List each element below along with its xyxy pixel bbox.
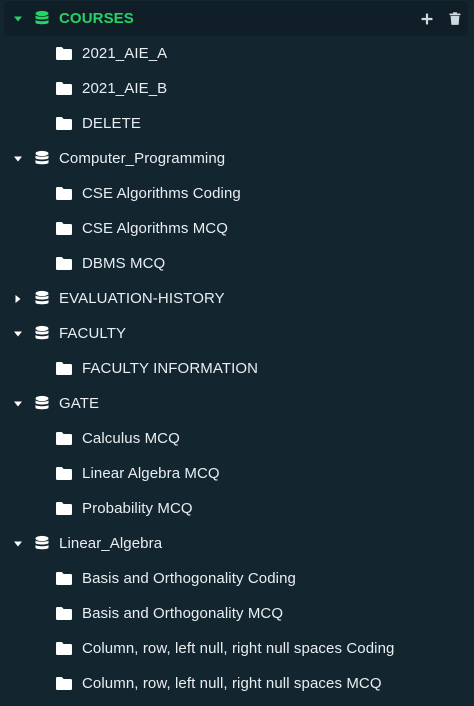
- folder-icon: [55, 501, 73, 516]
- tree-collection-2021-aie-a[interactable]: 2021_AIE_A: [0, 36, 474, 71]
- collection-label: Column, row, left null, right null space…: [82, 640, 395, 657]
- tree-database-linear-algebra[interactable]: Linear_Algebra: [0, 526, 474, 561]
- folder-icon: [55, 571, 73, 586]
- database-label: EVALUATION-HISTORY: [59, 290, 225, 307]
- tree-database-faculty[interactable]: FACULTY: [0, 316, 474, 351]
- collection-label: Column, row, left null, right null space…: [82, 675, 382, 692]
- tree-collection-2021-aie-b[interactable]: 2021_AIE_B: [0, 71, 474, 106]
- database-icon: [34, 290, 50, 307]
- folder-icon: [55, 361, 73, 376]
- collection-label: 2021_AIE_B: [82, 80, 168, 97]
- collection-tree: COURSES 2021_AIE_A 2021_AIE_B DELETE Compute…: [0, 0, 474, 706]
- collection-label: Basis and Orthogonality Coding: [82, 570, 296, 587]
- tree-collection-probability-mcq[interactable]: Probability MCQ: [0, 491, 474, 526]
- tree-collection-calculus-mcq[interactable]: Calculus MCQ: [0, 421, 474, 456]
- tree-database-gate[interactable]: GATE: [0, 386, 474, 421]
- tree-collection-column-row-left-null-right-null-spaces-mcq[interactable]: Column, row, left null, right null space…: [0, 666, 474, 701]
- collection-label: DELETE: [82, 115, 141, 132]
- folder-icon: [55, 46, 73, 61]
- folder-icon: [55, 466, 73, 481]
- chevron-down-icon[interactable]: [12, 328, 24, 340]
- collection-label: Basis and Orthogonality MCQ: [82, 605, 284, 622]
- folder-icon: [55, 641, 73, 656]
- folder-icon: [55, 221, 73, 236]
- database-icon: [34, 535, 50, 552]
- trash-icon[interactable]: [448, 12, 462, 26]
- database-icon: [34, 395, 50, 412]
- tree-collection-delete[interactable]: DELETE: [0, 106, 474, 141]
- database-label: FACULTY: [59, 325, 127, 342]
- folder-icon: [55, 256, 73, 271]
- collection-label: CSE Algorithms Coding: [82, 185, 241, 202]
- database-label: Computer_Programming: [59, 150, 226, 167]
- chevron-down-icon[interactable]: [12, 13, 24, 25]
- database-label: GATE: [59, 395, 100, 412]
- tree-collection-dbms-mcq[interactable]: DBMS MCQ: [0, 246, 474, 281]
- collection-label: CSE Algorithms MCQ: [82, 220, 228, 237]
- collection-label: FACULTY INFORMATION: [82, 360, 259, 377]
- database-actions: [420, 12, 462, 26]
- collection-label: Linear Algebra MCQ: [82, 465, 220, 482]
- folder-icon: [55, 186, 73, 201]
- tree-collection-faculty-information[interactable]: FACULTY INFORMATION: [0, 351, 474, 386]
- collection-label: Probability MCQ: [82, 500, 193, 517]
- folder-icon: [55, 81, 73, 96]
- database-label: COURSES: [59, 10, 134, 27]
- collection-label: Calculus MCQ: [82, 430, 180, 447]
- database-icon: [34, 325, 50, 342]
- tree-collection-cse-algorithms-mcq[interactable]: CSE Algorithms MCQ: [0, 211, 474, 246]
- tree-database-courses[interactable]: COURSES: [4, 1, 468, 36]
- folder-icon: [55, 676, 73, 691]
- chevron-down-icon[interactable]: [12, 153, 24, 165]
- folder-icon: [55, 606, 73, 621]
- database-label: Linear_Algebra: [59, 535, 163, 552]
- tree-collection-basis-and-orthogonality-mcq[interactable]: Basis and Orthogonality MCQ: [0, 596, 474, 631]
- tree-collection-column-row-left-null-right-null-spaces-coding[interactable]: Column, row, left null, right null space…: [0, 631, 474, 666]
- add-icon[interactable]: [420, 12, 434, 26]
- folder-icon: [55, 431, 73, 446]
- tree-collection-cse-algorithms-coding[interactable]: CSE Algorithms Coding: [0, 176, 474, 211]
- tree-collection-basis-and-orthogonality-coding[interactable]: Basis and Orthogonality Coding: [0, 561, 474, 596]
- collection-label: DBMS MCQ: [82, 255, 166, 272]
- chevron-right-icon[interactable]: [12, 293, 24, 305]
- database-icon: [34, 10, 50, 27]
- chevron-down-icon[interactable]: [12, 398, 24, 410]
- collection-label: 2021_AIE_A: [82, 45, 168, 62]
- tree-collection-linear-algebra-mcq[interactable]: Linear Algebra MCQ: [0, 456, 474, 491]
- database-icon: [34, 150, 50, 167]
- tree-database-computer-programming[interactable]: Computer_Programming: [0, 141, 474, 176]
- folder-icon: [55, 116, 73, 131]
- tree-database-evaluation-history[interactable]: EVALUATION-HISTORY: [0, 281, 474, 316]
- chevron-down-icon[interactable]: [12, 538, 24, 550]
